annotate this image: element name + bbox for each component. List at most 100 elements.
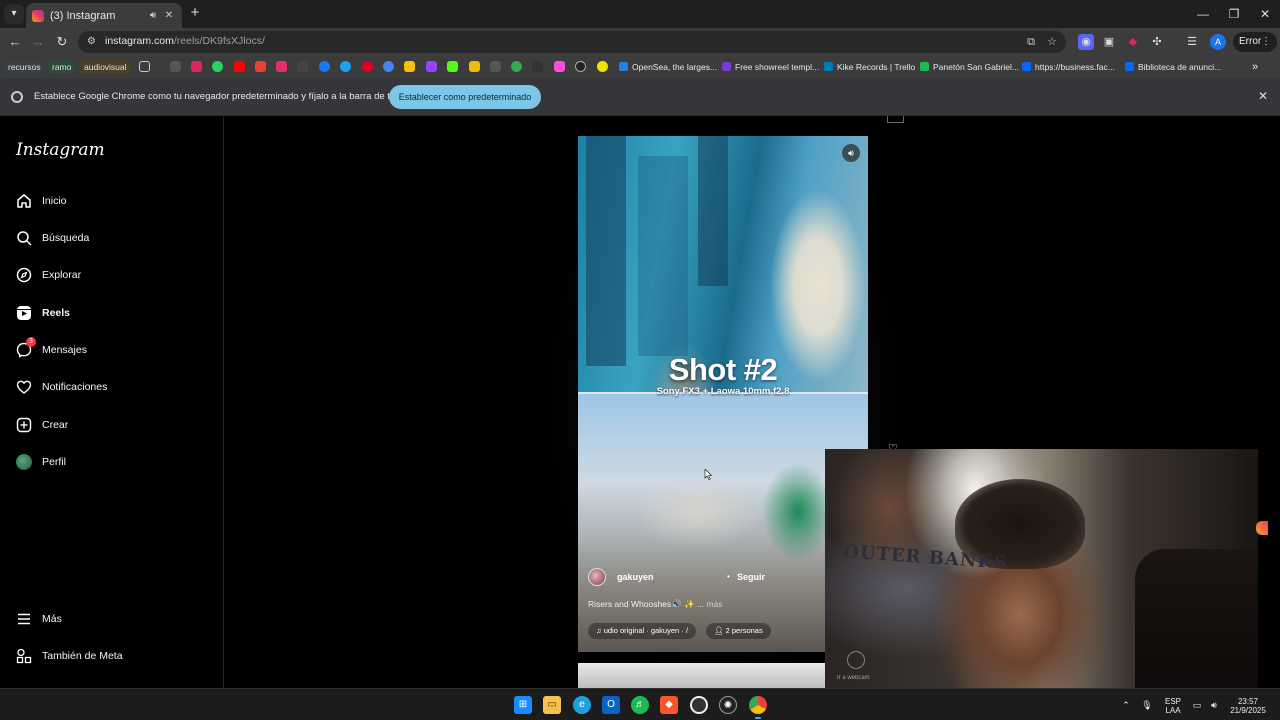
bookmark-folder-recursos[interactable]: recursos [4, 60, 45, 74]
reel-author[interactable]: gakuyen [588, 568, 654, 586]
bookmark-folder-ramo[interactable]: ramo [48, 60, 76, 74]
kick-icon[interactable] [447, 61, 458, 72]
chrome-taskbar-icon[interactable] [749, 696, 767, 714]
nav-create[interactable]: Crear [16, 414, 68, 436]
apps-grid-icon[interactable] [139, 61, 150, 72]
nav-messages[interactable]: 3 Mensajes [16, 337, 87, 361]
bookmarks-overflow-button[interactable]: » [1252, 60, 1258, 74]
whatsapp-icon[interactable] [212, 61, 223, 72]
pinterest-icon[interactable] [362, 61, 373, 72]
bookmark-icon-inv[interactable] [490, 61, 501, 72]
browser-tab-instagram[interactable]: (3) Instagram 🔊︎ ✕ [26, 3, 182, 28]
gmail-icon[interactable] [255, 61, 266, 72]
nav-notifications[interactable]: Notificaciones [16, 376, 107, 398]
facebook-icon[interactable] [319, 61, 330, 72]
set-default-button[interactable]: Establecer como predeterminado [389, 85, 541, 109]
microphone-icon[interactable]: 🎙︎ [1141, 699, 1153, 711]
minimize-button[interactable]: — [1188, 4, 1218, 24]
brave-icon[interactable]: ◆ [660, 696, 678, 714]
tray-overflow-icon[interactable]: ⌃ [1120, 699, 1132, 711]
volume-icon[interactable]: 🔊︎ [1208, 699, 1220, 711]
extensions-puzzle-icon[interactable]: ✣ [1149, 34, 1165, 50]
nav-home[interactable]: Inicio [16, 190, 67, 212]
instagram-logo[interactable]: Instagram [16, 140, 105, 160]
nav-explore[interactable]: Explorar [16, 264, 81, 286]
edge-icon[interactable]: e [573, 696, 591, 714]
bookmark-business-facebook[interactable]: https://business.fac... [1022, 60, 1115, 74]
obs-icon[interactable] [690, 696, 708, 714]
profile-avatar[interactable]: A [1210, 34, 1226, 50]
search-icon [16, 230, 32, 246]
tab-audio-icon[interactable]: 🔊︎ [146, 10, 160, 21]
back-icon[interactable]: ← [6, 33, 24, 51]
clock[interactable]: 23:57 21/9/2025 [1226, 697, 1270, 715]
nav-reels[interactable]: Reels [16, 302, 70, 324]
meta-apps-icon [16, 648, 32, 664]
bookmark-showreel[interactable]: Free showreel templ... [722, 60, 819, 74]
chatgpt-icon[interactable]: ✺ [719, 696, 737, 714]
new-tab-button[interactable]: + [187, 5, 203, 21]
bookmark-opensea[interactable]: OpenSea, the larges... [619, 60, 717, 74]
webcam-label: Ir a webcam [837, 675, 870, 681]
outlook-icon[interactable]: O [602, 696, 620, 714]
twitch-icon[interactable] [426, 61, 437, 72]
reading-list-icon[interactable]: ☰ [1184, 34, 1200, 50]
nav-profile[interactable]: Perfil [16, 451, 66, 473]
install-app-icon[interactable]: ⧉ [1024, 35, 1038, 49]
forward-icon[interactable]: → [29, 33, 47, 51]
bookmark-paneton[interactable]: Panetón San Gabriel... [920, 60, 1019, 74]
bookmark-icon-yellow[interactable] [597, 61, 608, 72]
youtube-icon[interactable] [234, 61, 245, 72]
author-avatar[interactable] [588, 568, 606, 586]
follow-button[interactable]: Seguir [737, 572, 765, 582]
original-audio-chip[interactable]: ♫ udio original · gakuyen · / [588, 623, 696, 639]
start-icon[interactable]: ⊞ [514, 696, 532, 714]
sound-toggle-icon[interactable]: 🔊︎ [842, 144, 860, 162]
bookmark-icon-1[interactable] [170, 61, 181, 72]
tab-close-icon[interactable]: ✕ [162, 10, 176, 21]
maps-icon[interactable] [511, 61, 522, 72]
close-window-button[interactable]: ✕ [1250, 4, 1280, 24]
reel-overlay-subtitle: Sony FX3 + Laowa 10mm f2.8 [656, 386, 790, 397]
tab-search-button[interactable]: ▾ [4, 4, 24, 24]
spotify-icon[interactable]: ♬ [631, 696, 649, 714]
heart-icon [16, 379, 32, 395]
bookmark-folder-audiovisual[interactable]: audiovisual [80, 60, 131, 74]
bookmark-icon-2[interactable] [191, 61, 202, 72]
bookmark-icon-pink[interactable] [554, 61, 565, 72]
infobar-close-icon[interactable]: ✕ [1256, 89, 1270, 103]
file-explorer-icon[interactable]: ▭ [543, 696, 561, 714]
bookmark-trello[interactable]: Kike Records | Trello [824, 60, 915, 74]
bookmark-biblioteca-anuncios[interactable]: Biblioteca de anunci... [1125, 60, 1221, 74]
extension-screen-icon[interactable]: ▣ [1101, 34, 1117, 50]
instagram-bookmark-icon[interactable] [276, 61, 287, 72]
nav-more[interactable]: Más [16, 608, 62, 630]
network-icon[interactable]: ▭ [1191, 699, 1203, 711]
bookmark-star-icon[interactable]: ☆ [1045, 35, 1059, 49]
webcam-overlay: OUTER BANKS Ir a webcam [825, 449, 1258, 692]
caption-more-link[interactable]: más [707, 599, 723, 609]
openai-icon[interactable] [575, 61, 586, 72]
bookmark-icon-dash[interactable] [532, 61, 543, 72]
bookmark-icon-c[interactable] [340, 61, 351, 72]
nav-also-from-meta[interactable]: También de Meta [16, 645, 123, 667]
author-username[interactable]: gakuyen [617, 572, 654, 582]
bookmark-icon-b[interactable] [404, 61, 415, 72]
google-icon[interactable] [383, 61, 394, 72]
discord-extension-icon[interactable]: ◉ [1078, 34, 1094, 50]
nav-search[interactable]: Búsqueda [16, 227, 89, 249]
error-chip[interactable]: Error ⋮ [1233, 32, 1277, 52]
chrome-menu-icon[interactable]: ⋮ [1261, 32, 1271, 52]
pocket-extension-icon[interactable]: ◆ [1125, 34, 1141, 50]
address-bar[interactable]: ⚙︎ instagram.com/reels/DK9fsXJlocs/ ⧉ ☆ [78, 31, 1066, 53]
site-info-icon[interactable]: ⚙︎ [87, 36, 99, 48]
right-edge-app-icon[interactable] [1256, 521, 1268, 535]
restore-button[interactable]: ❐ [1219, 4, 1249, 24]
url-text[interactable]: instagram.com/reels/DK9fsXJlocs/ [105, 35, 265, 47]
tagged-people-chip[interactable]: 👤︎ 2 personas [706, 623, 771, 639]
reload-icon[interactable]: ↻ [53, 33, 71, 51]
reel-caption[interactable]: Risers and Whooshes🔊 ✨ ... más [588, 599, 723, 610]
binance-icon[interactable] [469, 61, 480, 72]
language-indicator[interactable]: ESP LAA [1162, 697, 1184, 715]
bookmark-icon-link[interactable] [297, 61, 308, 72]
